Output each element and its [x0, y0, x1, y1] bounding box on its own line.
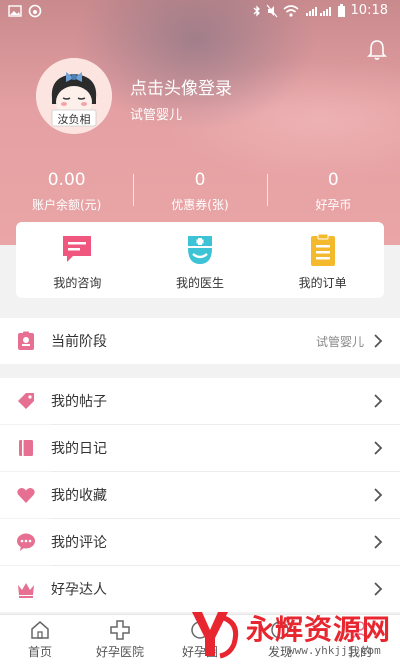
chevron-right-icon	[374, 582, 383, 596]
watermark-text: 永辉资源网	[246, 613, 392, 646]
gallery-icon	[8, 5, 22, 17]
row-my-comments[interactable]: 我的评论	[0, 519, 400, 565]
doctor-icon	[188, 236, 212, 264]
avatar[interactable]: 汝负相	[36, 58, 112, 134]
avatar-caption: 汝负相	[57, 113, 91, 126]
stat-coins-value: 0	[327, 170, 339, 190]
home-icon	[31, 621, 49, 639]
stat-coins-label: 好孕币	[315, 198, 352, 212]
tab-home[interactable]: 首页	[0, 615, 80, 666]
chevron-right-icon	[374, 394, 383, 408]
login-prompt[interactable]: 点击头像登录	[130, 74, 232, 99]
chevron-right-icon	[374, 441, 383, 455]
row-my-posts[interactable]: 我的帖子	[0, 378, 400, 424]
quick-actions-card: 我的咨询 我的医生 我的订单	[16, 222, 384, 298]
quick-action-consult[interactable]: 我的咨询	[16, 222, 139, 298]
wifi-icon	[283, 4, 299, 17]
medical-cross-icon	[110, 620, 130, 640]
stat-coupons[interactable]: 0 优惠券(张)	[133, 170, 266, 220]
row-label: 我的收藏	[51, 488, 107, 504]
stat-divider	[267, 174, 268, 206]
quick-action-label: 我的医生	[176, 276, 225, 290]
stat-coupons-value: 0	[194, 170, 206, 190]
watermark-url: www.yhkjjj.com	[288, 644, 381, 657]
profile-header: 10:18 汝负相 点击头像登录 试管婴儿 0.00 账户余额(元) 0 优惠券…	[0, 0, 400, 245]
quick-action-doctor[interactable]: 我的医生	[139, 222, 262, 298]
stats-row: 0.00 账户余额(元) 0 优惠券(张) 0 好孕币	[0, 170, 400, 220]
clipboard-icon	[310, 233, 335, 266]
chat-bubble-icon	[63, 236, 92, 262]
chevron-right-icon	[374, 334, 383, 348]
row-label: 我的日记	[51, 441, 107, 457]
stat-balance[interactable]: 0.00 账户余额(元)	[0, 170, 133, 220]
row-label: 我的评论	[51, 535, 107, 551]
status-time: 10:18	[350, 3, 388, 18]
row-current-stage[interactable]: 当前阶段 试管婴儿	[0, 318, 400, 364]
battery-icon	[337, 3, 345, 17]
row-my-favorites[interactable]: 我的收藏	[0, 472, 400, 518]
row-value: 试管婴儿	[315, 334, 364, 349]
quick-action-label: 我的咨询	[53, 276, 102, 290]
heart-icon	[17, 488, 35, 503]
stat-balance-label: 账户余额(元)	[31, 198, 102, 212]
tab-hospital[interactable]: 好孕医院	[80, 615, 160, 666]
row-label: 当前阶段	[51, 334, 107, 350]
chevron-right-icon	[374, 535, 383, 549]
notebook-icon	[19, 440, 33, 456]
stat-coins[interactable]: 0 好孕币	[267, 170, 400, 220]
crown-icon	[18, 583, 34, 598]
stat-balance-value: 0.00	[47, 170, 86, 190]
tag-icon	[18, 393, 34, 409]
stage-icon	[18, 331, 34, 350]
row-label: 我的帖子	[51, 394, 107, 410]
notification-bell-icon[interactable]	[366, 38, 388, 62]
mute-icon	[266, 4, 277, 17]
quick-action-label: 我的订单	[298, 276, 347, 290]
row-my-diary[interactable]: 我的日记	[0, 425, 400, 471]
watermark: 永辉资源网 www.yhkjjj.com	[188, 602, 398, 666]
comment-icon	[17, 533, 35, 551]
stat-coupons-label: 优惠券(张)	[171, 198, 229, 212]
chevron-right-icon	[374, 488, 383, 502]
weibo-icon	[28, 4, 42, 18]
quick-action-orders[interactable]: 我的订单	[261, 222, 384, 298]
tab-label: 好孕医院	[95, 645, 144, 659]
bluetooth-icon	[253, 4, 260, 17]
stat-divider	[133, 174, 134, 206]
row-label: 好孕达人	[51, 582, 107, 598]
stage-subtitle: 试管婴儿	[130, 108, 183, 123]
watermark-logo-icon	[192, 612, 239, 659]
signal-icon	[305, 6, 331, 16]
status-bar: 10:18	[0, 0, 400, 24]
tab-label: 首页	[27, 645, 52, 659]
